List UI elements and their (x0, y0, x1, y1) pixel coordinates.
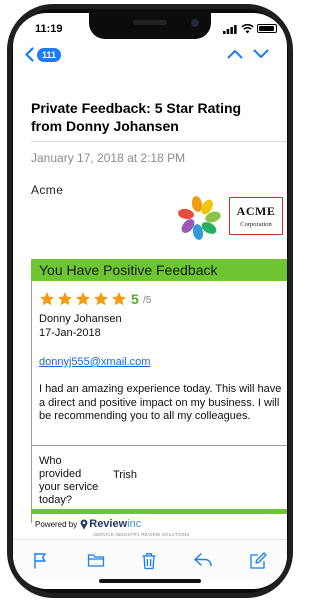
reviewinc-tagline: SERVICE INDUSTRY REVIEW SOLUTIONS (93, 532, 190, 537)
map-pin-icon (80, 519, 88, 529)
trash-icon[interactable] (141, 552, 157, 570)
reviewer-email-link[interactable]: donnyj555@xmail.com (39, 356, 150, 368)
feedback-banner-text: You Have Positive Feedback (39, 262, 218, 278)
card-footer-bar (31, 509, 287, 514)
review-date: 17-Jan-2018 (39, 327, 101, 339)
star-rating (39, 291, 129, 307)
powered-by[interactable]: Powered by Review inc (35, 518, 141, 530)
provider-name: Trish (113, 469, 138, 481)
star-icon (58, 292, 72, 306)
rating-score: 5 (131, 291, 139, 307)
star-icon (76, 292, 90, 306)
provider-question: Who provided your service today? (39, 455, 99, 506)
status-time: 11:19 (35, 23, 63, 35)
battery-icon (257, 24, 277, 33)
sender-name: Acme (31, 183, 64, 197)
previous-message-icon[interactable] (227, 49, 243, 59)
logo-subtitle: Corporation (240, 221, 272, 228)
next-message-icon[interactable] (253, 49, 269, 59)
star-icon (112, 292, 126, 306)
status-bar: 11:19 (13, 13, 287, 39)
logo-title: ACME (236, 204, 276, 218)
reviewinc-brand-suffix: inc (127, 518, 142, 530)
unread-count-badge: 111 (37, 47, 62, 62)
reply-icon[interactable] (193, 552, 213, 568)
acme-flower-logo (178, 196, 221, 240)
signal-icon (223, 25, 237, 34)
wifi-icon (241, 24, 254, 34)
email-subject: Private Feedback: 5 Star Rating from Don… (31, 100, 242, 134)
email-date: January 17, 2018 at 2:18 PM (31, 151, 186, 165)
header-divider (31, 141, 287, 142)
back-button[interactable]: 111 (25, 47, 62, 62)
card-divider (31, 445, 287, 446)
reviewinc-brand: Review (89, 518, 128, 530)
chevron-left-icon (25, 47, 34, 62)
star-icon (94, 292, 108, 306)
star-icon (40, 292, 54, 306)
folder-icon[interactable] (87, 552, 105, 568)
review-comment: I had an amazing experience today. This … (39, 383, 282, 422)
powered-by-label: Powered by (35, 519, 78, 529)
acme-corporation-logo: ACME Corporation (229, 197, 283, 235)
rating-max: /5 (143, 295, 152, 306)
reviewer-name: Donny Johansen (39, 313, 122, 325)
mail-nav-bar: 111 (13, 43, 287, 71)
mail-toolbar (13, 539, 287, 579)
screen: 11:19 111 Private Feedback: 5 Star Ratin (13, 13, 287, 589)
home-indicator[interactable] (99, 579, 201, 583)
compose-icon[interactable] (249, 552, 267, 570)
flag-icon[interactable] (33, 552, 49, 569)
